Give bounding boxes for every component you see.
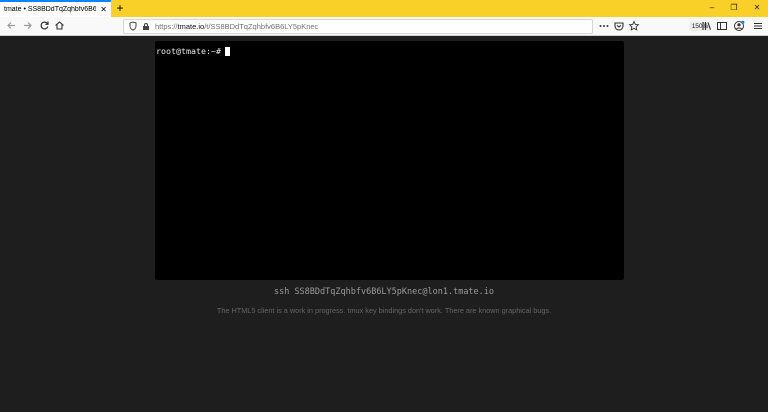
tab-title: tmate • SS8BDdTqZqhbfv6B6LY5pKnec (4, 6, 96, 13)
tab-close-icon[interactable]: ✕ (100, 5, 107, 14)
bookmark-star-icon[interactable] (628, 20, 640, 32)
terminal-prompt-line: root@tmate:~# (156, 46, 230, 56)
terminal-cursor (224, 46, 230, 56)
account-icon[interactable] (733, 20, 745, 32)
forward-arrow-icon[interactable] (21, 20, 33, 32)
more-icon[interactable] (598, 20, 610, 32)
pocket-icon[interactable] (613, 20, 625, 32)
library-icon[interactable] (701, 20, 713, 32)
restore-window-icon[interactable]: ❐ (728, 3, 740, 13)
ssh-command: ssh SS8BDdTqZqhbfv6B6LY5pKnec@lon1.tmate… (273, 287, 495, 297)
url-text[interactable]: https://tmate.io/t/SS8BDdTqZqhbfv6B6LY5p… (155, 21, 318, 33)
client-notice: The HTML5 client is a work in progress. … (216, 306, 552, 315)
back-arrow-icon[interactable] (5, 20, 17, 32)
browser-nav-bar: https://tmate.io/t/SS8BDdTqZqhbfv6B6LY5p… (0, 17, 768, 36)
url-bar[interactable]: https://tmate.io/t/SS8BDdTqZqhbfv6B6LY5p… (123, 19, 711, 35)
terminal-window[interactable]: root@tmate:~# (155, 41, 624, 280)
sidebar-icon[interactable] (716, 20, 728, 32)
home-icon[interactable] (53, 20, 65, 32)
lock-icon[interactable] (143, 23, 149, 30)
close-window-icon[interactable]: ✕ (751, 3, 763, 13)
page-content: root@tmate:~# ssh SS8BDdTqZqhbfv6B6LY5pK… (0, 37, 768, 412)
terminal-prompt: root@tmate:~# (156, 46, 221, 56)
reload-icon[interactable] (38, 20, 50, 32)
minimize-window-icon[interactable]: – (706, 3, 718, 13)
browser-tab-bar: tmate • SS8BDdTqZqhbfv6B6LY5pKnec ✕ + – … (0, 0, 768, 17)
browser-tab-active[interactable]: tmate • SS8BDdTqZqhbfv6B6LY5pKnec ✕ (0, 0, 111, 17)
new-tab-button[interactable]: + (114, 2, 126, 14)
hamburger-menu-icon[interactable] (752, 20, 764, 32)
tracking-shield-icon[interactable] (129, 21, 137, 35)
